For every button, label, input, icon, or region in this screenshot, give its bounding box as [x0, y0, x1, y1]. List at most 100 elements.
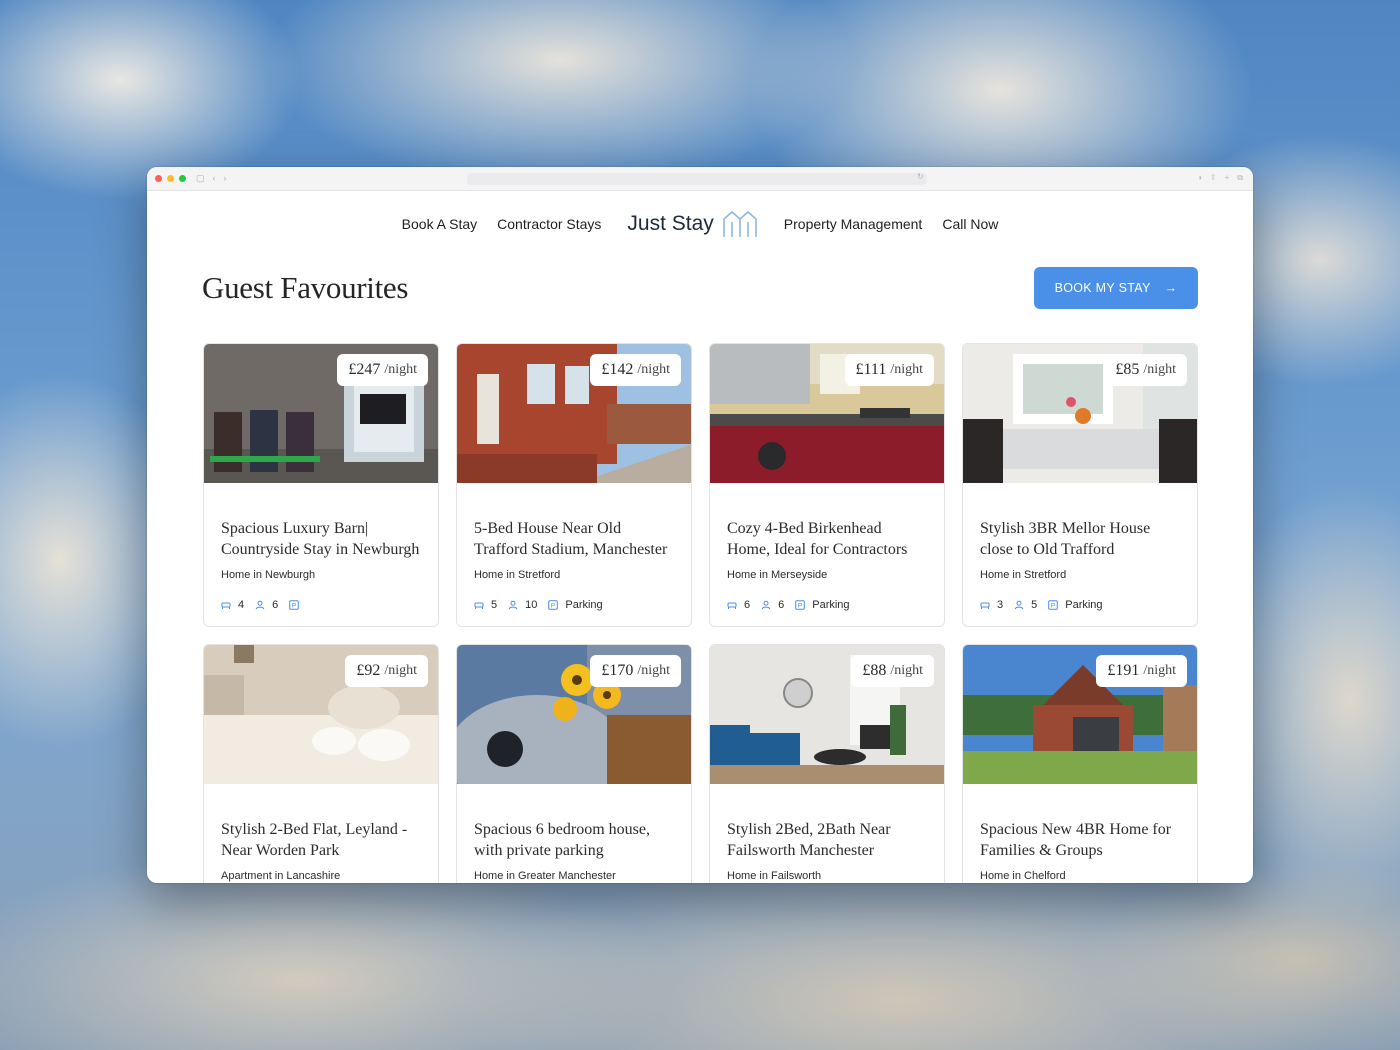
listing-location: Home in Chelford	[980, 870, 1066, 882]
book-my-stay-button[interactable]: BOOK MY STAY →	[1034, 267, 1198, 309]
reload-icon[interactable]: ↻	[917, 172, 924, 181]
svg-text:P: P	[1051, 603, 1055, 610]
price-amount: £111	[855, 361, 887, 378]
parking-label: Parking	[1065, 599, 1103, 611]
listing-card[interactable]: £247 /night Spacious Luxury Barn| Countr…	[203, 343, 439, 627]
listing-location: Home in Merseyside	[727, 569, 828, 581]
price-badge: £247 /night	[337, 354, 428, 386]
parking-icon: P	[1048, 600, 1059, 610]
nav-book-a-stay[interactable]: Book A Stay	[402, 216, 478, 232]
listing-location: Apartment in Lancashire	[221, 870, 341, 882]
price-amount: £85	[1115, 361, 1140, 378]
bedroom-count: 4	[238, 599, 245, 611]
listing-title[interactable]: Stylish 2-Bed Flat, Leyland - Near Worde…	[221, 820, 421, 861]
arrow-right-icon: →	[1164, 281, 1178, 295]
guest-count: 5	[1031, 599, 1038, 611]
listing-title[interactable]: Spacious 6 bedroom house, with private p…	[474, 820, 674, 861]
listing-photo[interactable]: £92 /night	[204, 645, 438, 784]
listing-location: Home in Stretford	[980, 569, 1067, 581]
svg-text:P: P	[798, 603, 802, 610]
amenities-row: 5 10 P Parking	[474, 599, 674, 611]
forward-icon[interactable]: ›	[224, 173, 227, 184]
maximize-window-button[interactable]	[179, 175, 186, 182]
close-window-button[interactable]	[155, 175, 162, 182]
new-tab-icon[interactable]: +	[1225, 173, 1230, 183]
listing-card[interactable]: £85 /night Stylish 3BR Mellor House clos…	[962, 343, 1198, 627]
listing-card[interactable]: £191 /night Spacious New 4BR Home for Fa…	[962, 644, 1198, 883]
guest-count: 6	[272, 599, 279, 611]
sidebar-icon[interactable]: ▢	[196, 173, 205, 184]
listing-card[interactable]: £111 /night Cozy 4-Bed Birkenhead Home, …	[709, 343, 945, 627]
price-unit: /night	[384, 663, 417, 678]
amenities-row: 3 5 P Parking	[980, 599, 1180, 611]
price-badge: £88 /night	[851, 655, 934, 687]
listing-location: Home in Newburgh	[221, 569, 316, 581]
bed-icon	[221, 602, 231, 609]
listing-location: Home in Failsworth	[727, 870, 822, 882]
amenities-row: 6 6 P Parking	[727, 599, 927, 611]
address-bar[interactable]	[467, 173, 927, 185]
price-amount: £170	[601, 662, 634, 679]
price-amount: £247	[348, 361, 381, 378]
listing-photo[interactable]: £142 /night	[457, 344, 691, 483]
amenities-row: 4 6 P	[221, 599, 421, 611]
site-logo[interactable]: Just Stay	[627, 210, 757, 238]
share-icon[interactable]: ⇪	[1210, 173, 1217, 183]
price-badge: £142 /night	[590, 354, 681, 386]
parking-label: Parking	[565, 599, 603, 611]
tabs-overview-icon[interactable]: ⧉	[1237, 173, 1243, 183]
listing-location: Home in Greater Manchester	[474, 870, 616, 882]
minimize-window-button[interactable]	[167, 175, 174, 182]
listing-title[interactable]: Spacious New 4BR Home for Families & Gro…	[980, 820, 1180, 861]
listing-photo[interactable]: £247 /night	[204, 344, 438, 483]
listing-location: Home in Stretford	[474, 569, 561, 581]
price-amount: £142	[601, 361, 634, 378]
bedroom-count: 5	[491, 599, 498, 611]
guests-icon	[1014, 600, 1024, 610]
page-title: Guest Favourites	[202, 270, 409, 305]
guests-icon	[761, 600, 771, 610]
bed-icon	[474, 602, 484, 609]
listing-card[interactable]: £88 /night Stylish 2Bed, 2Bath Near Fail…	[709, 644, 945, 883]
nav-contractor-stays[interactable]: Contractor Stays	[497, 216, 601, 232]
price-unit: /night	[637, 663, 670, 678]
price-badge: £111 /night	[844, 354, 934, 386]
price-unit: /night	[384, 362, 417, 377]
listing-title[interactable]: Spacious Luxury Barn| Countryside Stay i…	[221, 519, 421, 560]
book-my-stay-label: BOOK MY STAY	[1054, 281, 1151, 295]
browser-toolbar: ▢ ‹ › ◐ ↻ ◑ ⇪ + ⧉	[147, 167, 1253, 191]
listing-title[interactable]: Stylish 3BR Mellor House close to Old Tr…	[980, 519, 1180, 560]
listing-photo[interactable]: £111 /night	[710, 344, 944, 483]
listing-title[interactable]: Stylish 2Bed, 2Bath Near Failsworth Manc…	[727, 820, 927, 861]
guest-count: 10	[525, 599, 538, 611]
back-icon[interactable]: ‹	[213, 173, 216, 184]
logo-text: Just Stay	[627, 212, 714, 235]
listing-title[interactable]: Cozy 4-Bed Birkenhead Home, Ideal for Co…	[727, 519, 927, 560]
bed-icon	[980, 602, 990, 609]
nav-call-now[interactable]: Call Now	[942, 216, 998, 232]
price-amount: £191	[1107, 662, 1140, 679]
svg-text:P: P	[551, 603, 555, 610]
svg-text:P: P	[292, 603, 296, 610]
price-unit: /night	[1143, 362, 1176, 377]
listing-card[interactable]: £142 /night 5-Bed House Near Old Traffor…	[456, 343, 692, 627]
listing-title[interactable]: 5-Bed House Near Old Trafford Stadium, M…	[474, 519, 674, 560]
window-controls	[155, 175, 186, 182]
listing-photo[interactable]: £88 /night	[710, 645, 944, 784]
nav-property-management[interactable]: Property Management	[784, 216, 923, 232]
listing-grid: £247 /night Spacious Luxury Barn| Countr…	[203, 343, 1198, 883]
listing-photo[interactable]: £170 /night	[457, 645, 691, 784]
guests-icon	[508, 600, 518, 610]
listing-photo[interactable]: £191 /night	[963, 645, 1197, 784]
bedroom-count: 3	[997, 599, 1004, 611]
price-unit: /night	[890, 362, 923, 377]
price-unit: /night	[1143, 663, 1176, 678]
price-amount: £92	[356, 662, 381, 679]
parking-icon: P	[289, 600, 300, 610]
listing-photo[interactable]: £85 /night	[963, 344, 1197, 483]
listing-card[interactable]: £170 /night Spacious 6 bedroom house, wi…	[456, 644, 692, 883]
extension-icon[interactable]: ◑	[1197, 173, 1202, 183]
parking-icon: P	[548, 600, 559, 610]
listing-card[interactable]: £92 /night Stylish 2-Bed Flat, Leyland -…	[203, 644, 439, 883]
house-outline-icon	[722, 210, 757, 237]
